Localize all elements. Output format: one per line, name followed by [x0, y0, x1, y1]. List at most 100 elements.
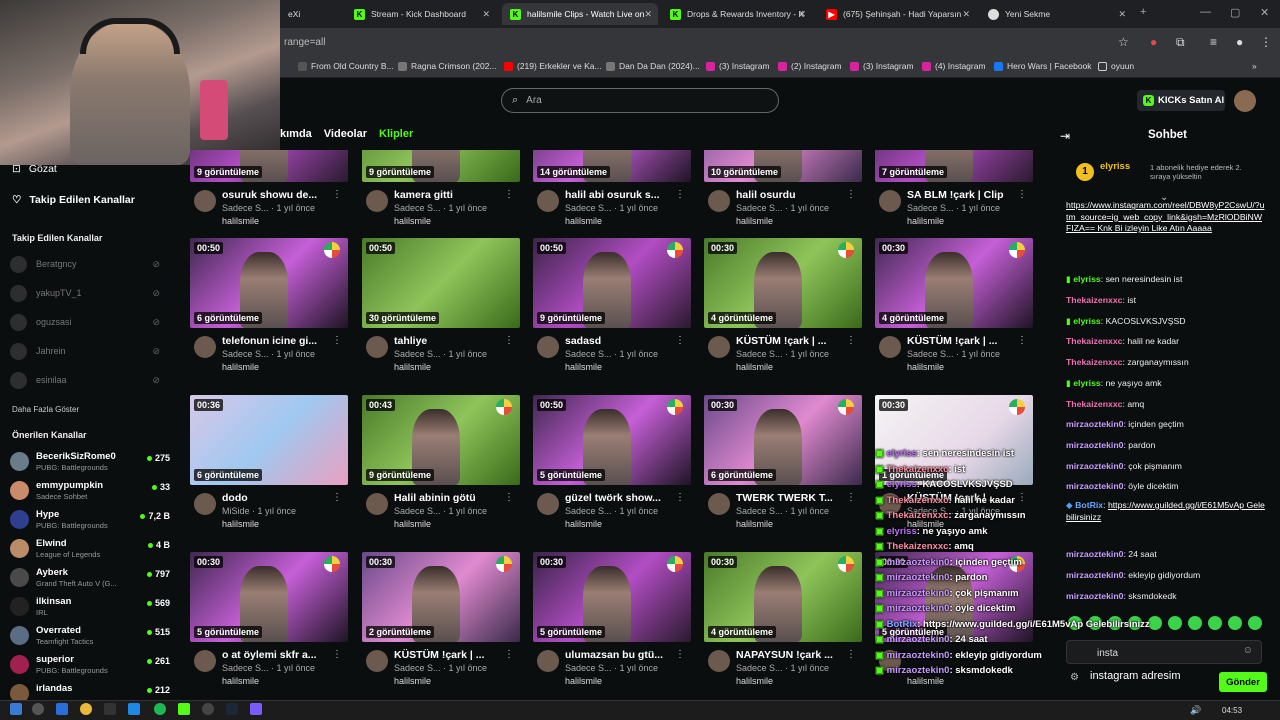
clip-card[interactable]: 00:50 30 görüntüleme tahliye ⋮ Sadece S.…: [360, 238, 522, 388]
more-options-icon[interactable]: ⋮: [675, 189, 685, 200]
clip-category[interactable]: Sadece S...: [907, 203, 954, 213]
more-options-icon[interactable]: ⋮: [504, 189, 514, 200]
clip-channel[interactable]: halilsmile: [565, 362, 602, 372]
clip-thumbnail[interactable]: 00:30 5 görüntüleme: [190, 552, 348, 642]
clip-card[interactable]: 00:50 5 görüntüleme güzel twörk show... …: [531, 395, 693, 545]
clip-category[interactable]: Sadece S...: [394, 203, 441, 213]
more-options-icon[interactable]: ⋮: [332, 189, 342, 200]
tab-halilsmile-clips[interactable]: Khalilsmile Clips - Watch Live on ✕: [502, 3, 658, 25]
search-input[interactable]: ⌕ Ara: [501, 88, 779, 113]
clip-thumbnail[interactable]: 14 görüntüleme: [533, 150, 691, 182]
clip-card[interactable]: 00:30 6 görüntüleme TWERK TWERK T... ⋮ S…: [702, 395, 864, 545]
puzzle-icon[interactable]: ⧉: [1176, 35, 1185, 50]
clip-thumbnail[interactable]: 00:36 6 görüntüleme: [190, 395, 348, 485]
clip-card[interactable]: 00:30 4 görüntüleme NAPAYSUN !çark ... ⋮…: [702, 552, 864, 700]
clip-card[interactable]: 00:43 9 görüntüleme Halil abinin götü ⋮ …: [360, 395, 522, 545]
clip-card[interactable]: 00:30 5 görüntüleme o at öylemi skfr a..…: [188, 552, 350, 700]
clip-title[interactable]: sadasd: [565, 335, 673, 347]
clip-channel[interactable]: halilsmile: [736, 216, 773, 226]
clip-title[interactable]: ulumazsan bu gtü...: [565, 649, 673, 661]
clip-title[interactable]: KÜSTÜM !çark | ...: [394, 649, 502, 661]
clip-card[interactable]: 00:30 5 görüntüleme ulumazsan bu gtü... …: [531, 552, 693, 700]
avatar[interactable]: [537, 336, 559, 358]
show-more-link[interactable]: Daha Fazla Göster: [12, 405, 79, 414]
more-options-icon[interactable]: ⋮: [675, 492, 685, 503]
clip-title[interactable]: kamera gitti: [394, 189, 502, 201]
more-options-icon[interactable]: ⋮: [504, 649, 514, 660]
chat-username[interactable]: mirzaoztekin0: [1066, 461, 1123, 471]
clip-thumbnail[interactable]: 00:50 30 görüntüleme: [362, 238, 520, 328]
clip-channel[interactable]: halilsmile: [907, 362, 944, 372]
clip-thumbnail[interactable]: 00:50 6 görüntüleme: [190, 238, 348, 328]
sidebar-channel[interactable]: oguzsasi ⊘: [10, 313, 170, 333]
close-icon[interactable]: ✕: [962, 9, 970, 20]
menu-icon[interactable]: ⋮: [1260, 35, 1272, 49]
clip-category[interactable]: Sadece S...: [394, 506, 441, 516]
collapse-chat-icon[interactable]: ⇥: [1060, 129, 1070, 143]
avatar[interactable]: [537, 190, 559, 212]
clip-card[interactable]: 14 görüntüleme halil abi osuruk s... ⋮ S…: [531, 150, 693, 242]
close-icon[interactable]: ✕: [482, 9, 490, 20]
clip-card[interactable]: 00:30 4 görüntüleme KÜSTÜM !çark | ... ⋮…: [702, 238, 864, 388]
clip-thumbnail[interactable]: 9 görüntüleme: [190, 150, 348, 182]
clip-thumbnail[interactable]: 00:30 4 görüntüleme: [875, 238, 1033, 328]
chat-username[interactable]: mirzaoztekin0: [1066, 481, 1123, 491]
buy-kicks-button[interactable]: K KICKs Satın Al: [1137, 90, 1225, 111]
more-options-icon[interactable]: ⋮: [1017, 189, 1027, 200]
more-options-icon[interactable]: ⋮: [332, 335, 342, 346]
clip-thumbnail[interactable]: 00:50 5 görüntüleme: [533, 395, 691, 485]
more-options-icon[interactable]: ⋮: [846, 189, 856, 200]
emoji-icon[interactable]: ☺: [1243, 645, 1253, 656]
clip-thumbnail[interactable]: 9 görüntüleme: [362, 150, 520, 182]
more-options-icon[interactable]: ⋮: [504, 335, 514, 346]
bookmark[interactable]: From Old Country B...: [298, 61, 394, 71]
more-options-icon[interactable]: ⋮: [332, 649, 342, 660]
clip-thumbnail[interactable]: 00:30 4 görüntüleme: [704, 238, 862, 328]
sidebar-channel[interactable]: Beratgncy ⊘: [10, 255, 170, 275]
clip-title[interactable]: dodo: [222, 492, 330, 504]
chat-username[interactable]: elyriss: [1073, 378, 1101, 388]
clip-channel[interactable]: halilsmile: [907, 216, 944, 226]
bookmark[interactable]: Hero Wars | Facebook: [994, 61, 1092, 71]
more-options-icon[interactable]: ⋮: [846, 335, 856, 346]
clip-thumbnail[interactable]: 00:30 2 görüntüleme: [362, 552, 520, 642]
emote-icon[interactable]: [1248, 616, 1262, 630]
more-options-icon[interactable]: ⋮: [675, 649, 685, 660]
clip-category[interactable]: Sadece S...: [394, 349, 441, 359]
close-icon[interactable]: ✕: [1118, 9, 1126, 20]
sidebar-channel[interactable]: BecerikSizRome0 PUBG: Battlegrounds 275: [10, 449, 170, 475]
media-icon[interactable]: ≡: [1210, 35, 1217, 49]
clip-category[interactable]: Sadece S...: [222, 663, 269, 673]
clip-card[interactable]: 9 görüntüleme osuruk showu de... ⋮ Sadec…: [188, 150, 350, 242]
clip-title[interactable]: telefonun icine gi...: [222, 335, 330, 347]
spotify-icon[interactable]: [154, 703, 166, 715]
clip-channel[interactable]: halilsmile: [222, 362, 259, 372]
chat-text[interactable]: https://www.instagram.com/reel/DBW8yP2Cs…: [1066, 200, 1264, 233]
more-options-icon[interactable]: ⋮: [332, 492, 342, 503]
avatar[interactable]: [1234, 90, 1256, 112]
clip-title[interactable]: osuruk showu de...: [222, 189, 330, 201]
clip-card[interactable]: 9 görüntüleme kamera gitti ⋮ Sadece S...…: [360, 150, 522, 242]
clip-title[interactable]: NAPAYSUN !çark ...: [736, 649, 844, 661]
obs-icon[interactable]: [202, 703, 214, 715]
bookmark[interactable]: (2) Instagram: [778, 61, 842, 71]
clip-category[interactable]: Sadece S...: [736, 506, 783, 516]
close-icon[interactable]: ✕: [644, 9, 652, 20]
discord-icon[interactable]: [250, 703, 262, 715]
avatar[interactable]: [366, 493, 388, 515]
clip-channel[interactable]: halilsmile: [565, 676, 602, 686]
clip-thumbnail[interactable]: 00:30 5 görüntüleme: [533, 552, 691, 642]
avatar[interactable]: [708, 650, 730, 672]
sidebar-channel[interactable]: Jahrein ⊘: [10, 342, 170, 362]
clip-card[interactable]: 00:30 2 görüntüleme KÜSTÜM !çark | ... ⋮…: [360, 552, 522, 700]
app-icon[interactable]: [128, 703, 140, 715]
clip-thumbnail[interactable]: 00:30 4 görüntüleme: [704, 552, 862, 642]
more-bookmarks-icon[interactable]: »: [1252, 61, 1257, 71]
sidebar-item-following[interactable]: ♡ Takip Edilen Kanallar: [12, 194, 135, 206]
clip-channel[interactable]: halilsmile: [394, 519, 431, 529]
clip-channel[interactable]: halilsmile: [565, 519, 602, 529]
avatar[interactable]: [708, 190, 730, 212]
clip-title[interactable]: Halil abinin götü: [394, 492, 502, 504]
close-icon[interactable]: ✕: [798, 9, 806, 20]
steam-icon[interactable]: [226, 703, 238, 715]
